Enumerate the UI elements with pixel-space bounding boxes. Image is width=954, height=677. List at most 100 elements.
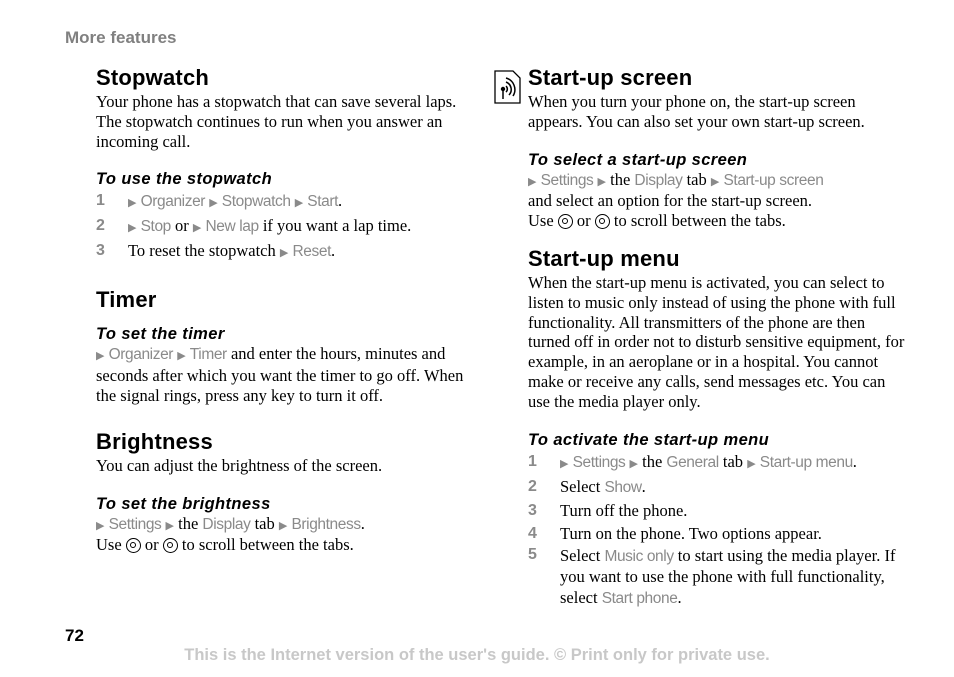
network-service-icon [494, 70, 521, 104]
menu-item-brightness: Brightness [291, 515, 361, 533]
step-item: 2 Select Show. [528, 475, 908, 499]
brightness-intro: You can adjust the brightness of the scr… [96, 455, 383, 475]
brightness-heading: Brightness [96, 428, 213, 454]
step-text: Turn on the phone. Two options appear. [560, 523, 822, 543]
startup-screen-howto-heading: To select a start-up screen [528, 150, 748, 169]
timer-heading: Timer [96, 287, 157, 313]
left-column: Stopwatch Your phone has a stopwatch tha… [96, 64, 476, 555]
menu-item-stopwatch: Stopwatch [221, 193, 291, 211]
arrow-icon: ▶ [279, 246, 289, 260]
punct: . [852, 451, 857, 471]
arrow-icon: ▶ [96, 349, 105, 363]
startup-screen-heading: Start-up screen [528, 65, 693, 90]
step-text: or [144, 535, 159, 555]
step-item: 5 Select Music only to start using the m… [528, 545, 908, 610]
arrow-icon: ▶ [209, 196, 218, 210]
arrow-icon: ▶ [294, 196, 304, 210]
arrow-icon: ▶ [629, 456, 638, 470]
arrow-icon: ▶ [747, 456, 756, 470]
menu-item-settings: Settings [540, 171, 594, 189]
nav-key-left-icon [557, 214, 573, 230]
arrow-icon: ▶ [177, 349, 186, 363]
menu-item-display: Display [202, 515, 251, 533]
startup-screen-after: and select an option for the start-up sc… [528, 191, 813, 211]
step-number: 4 [528, 524, 537, 542]
menu-item-start: Start [307, 193, 339, 211]
nav-key-right-icon [162, 538, 178, 554]
step-text: the [642, 451, 663, 471]
step-number: 5 [528, 545, 537, 563]
menu-item-reset: Reset [292, 243, 331, 261]
punct: . [677, 587, 682, 607]
step-text: or [175, 216, 189, 236]
menu-item-startup-menu: Start-up menu [759, 453, 853, 471]
brightness-howto-heading: To set the brightness [96, 494, 271, 513]
step-text: the [610, 169, 631, 189]
step-item: 2 ▶ Stop or ▶ New lap if you want a lap … [96, 214, 476, 239]
menu-item-organizer: Organizer [140, 193, 206, 211]
step-text: To reset the stopwatch [128, 241, 276, 261]
punct: . [641, 476, 646, 496]
arrow-icon: ▶ [528, 174, 537, 188]
menu-item-music-only: Music only [604, 547, 674, 565]
arrow-icon: ▶ [710, 174, 720, 188]
punct: . [330, 241, 336, 261]
step-item: 3 Turn off the phone. [528, 499, 908, 522]
startup-screen-path: ▶ Settings ▶ the Display tab ▶ Start-up … [528, 170, 908, 192]
step-number: 2 [528, 477, 537, 495]
step-number: 2 [96, 217, 105, 235]
menu-item-show: Show [604, 478, 642, 496]
arrow-icon: ▶ [278, 518, 288, 532]
section-label: More features [65, 28, 177, 47]
arrow-icon: ▶ [128, 196, 137, 210]
timer-howto-heading: To set the timer [96, 325, 225, 344]
stopwatch-intro: Your phone has a stopwatch that can save… [96, 92, 457, 151]
nav-key-left-icon [125, 538, 141, 554]
step-text: if you want a lap time. [262, 216, 412, 236]
menu-item-general: General [666, 453, 719, 471]
right-column: Start-up screen When you turn your phone… [528, 64, 908, 609]
step-item: 4 Turn on the phone. Two options appear. [528, 522, 908, 545]
brightness-scroll-hint: Use or to scroll between the tabs. [96, 535, 476, 555]
menu-item-organizer: Organizer [108, 346, 174, 364]
step-text: or [576, 211, 591, 231]
brightness-path: ▶ Settings ▶ the Display tab ▶ Brightnes… [96, 514, 476, 536]
stopwatch-howto-heading: To use the stopwatch [96, 170, 273, 189]
step-item: 1 ▶ Organizer ▶ Stopwatch ▶ Start. [96, 189, 476, 214]
step-text: Select [560, 476, 601, 496]
menu-item-stop: Stop [140, 218, 172, 236]
menu-item-timer: Timer [189, 346, 227, 364]
startup-screen-intro: When you turn your phone on, the start-u… [528, 92, 865, 131]
arrow-icon: ▶ [96, 518, 105, 532]
step-text: tab [686, 169, 707, 189]
step-number: 3 [96, 242, 105, 260]
step-number: 3 [528, 501, 537, 519]
arrow-icon: ▶ [560, 456, 569, 470]
step-text: Turn off the phone. [560, 500, 688, 520]
step-text: Use [96, 535, 122, 555]
page-number: 72 [65, 626, 84, 645]
step-text: to scroll between the tabs. [181, 535, 354, 555]
step-text: Select [560, 545, 601, 565]
nav-key-right-icon [594, 214, 610, 230]
step-text: Use [528, 211, 554, 231]
startup-menu-steps: 1 ▶ Settings ▶ the General tab ▶ Start-u… [528, 450, 908, 610]
step-item: 1 ▶ Settings ▶ the General tab ▶ Start-u… [528, 450, 908, 475]
stopwatch-heading: Stopwatch [96, 65, 210, 90]
menu-item-display: Display [634, 171, 683, 189]
menu-item-new-lap: New lap [205, 218, 259, 236]
startup-scroll-hint: Use or to scroll between the tabs. [528, 211, 908, 231]
step-number: 1 [528, 452, 537, 470]
startup-menu-heading: Start-up menu [528, 245, 680, 271]
step-text: tab [722, 451, 744, 471]
timer-instructions: ▶ Organizer ▶ Timer and enter the hours,… [96, 344, 476, 405]
step-item: 3 To reset the stopwatch ▶ Reset. [96, 239, 476, 264]
menu-item-startup-screen: Start-up screen [723, 171, 824, 189]
menu-item-settings: Settings [572, 453, 626, 471]
punct: . [338, 191, 343, 211]
step-text: to scroll between the tabs. [613, 211, 786, 231]
arrow-icon: ▶ [597, 174, 606, 188]
arrow-icon: ▶ [192, 221, 202, 235]
startup-menu-intro: When the start-up menu is activated, you… [528, 272, 905, 411]
menu-item-start-phone: Start phone [601, 589, 678, 607]
